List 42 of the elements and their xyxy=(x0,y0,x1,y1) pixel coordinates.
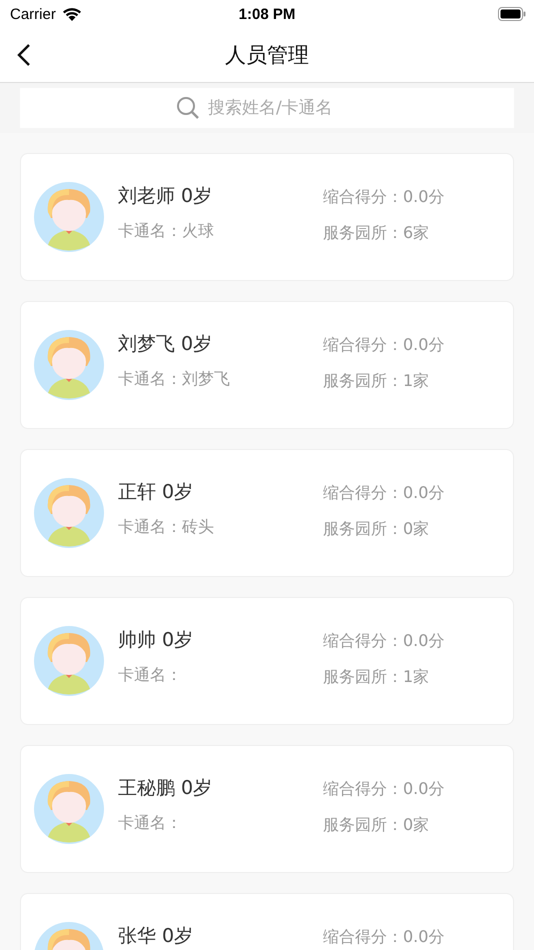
cartoon-name: 卡通名：砖头 xyxy=(118,516,215,538)
score-text: 缩合得分：0.0分 xyxy=(323,334,446,356)
services-text: 服务园所：0家 xyxy=(323,518,430,540)
cartoon-name: 卡通名：火球 xyxy=(118,220,215,242)
status-time: 1:08 PM xyxy=(238,6,296,22)
score-text: 缩合得分：0.0分 xyxy=(323,482,446,504)
cartoon-name: 卡通名： xyxy=(118,812,183,834)
score-text: 缩合得分：0.0分 xyxy=(323,778,446,800)
avatar-icon xyxy=(34,774,104,844)
page-title: 人员管理 xyxy=(225,42,309,69)
person-name: 刘老师 0岁 xyxy=(118,185,214,207)
person-card[interactable]: 帅帅 0岁 卡通名： 缩合得分：0.0分 服务园所：1家 xyxy=(20,597,514,725)
person-card[interactable]: 刘梦飞 0岁 卡通名：刘梦飞 缩合得分：0.0分 服务园所：1家 xyxy=(20,301,514,429)
search-icon xyxy=(176,96,200,120)
person-card[interactable]: 刘老师 0岁 卡通名：火球 缩合得分：0.0分 服务园所：6家 xyxy=(20,153,514,281)
search-input[interactable]: 搜索姓名/卡通名 xyxy=(208,98,358,118)
person-card[interactable]: 张华 0岁 缩合得分：0.0分 xyxy=(20,893,514,950)
avatar-icon xyxy=(34,330,104,400)
carrier-label: Carrier xyxy=(10,6,56,22)
cartoon-name: 卡通名：刘梦飞 xyxy=(118,368,231,390)
search-field[interactable]: 搜索姓名/卡通名 xyxy=(20,88,514,128)
services-text: 服务园所：0家 xyxy=(323,814,430,836)
services-text: 服务园所：1家 xyxy=(323,370,430,392)
services-text: 服务园所：6家 xyxy=(323,222,430,244)
avatar-icon xyxy=(34,182,104,252)
score-text: 缩合得分：0.0分 xyxy=(323,926,446,948)
person-name: 刘梦飞 0岁 xyxy=(118,333,214,355)
score-text: 缩合得分：0.0分 xyxy=(323,186,446,208)
person-card[interactable]: 正轩 0岁 卡通名：砖头 缩合得分：0.0分 服务园所：0家 xyxy=(20,449,514,577)
person-name: 张华 0岁 xyxy=(118,925,194,947)
person-card[interactable]: 王秘鹏 0岁 卡通名： 缩合得分：0.0分 服务园所：0家 xyxy=(20,745,514,873)
battery-icon xyxy=(498,7,526,21)
person-name: 王秘鹏 0岁 xyxy=(118,777,214,799)
person-name: 帅帅 0岁 xyxy=(118,629,194,651)
person-name: 正轩 0岁 xyxy=(118,481,194,503)
score-text: 缩合得分：0.0分 xyxy=(323,630,446,652)
avatar-icon xyxy=(34,626,104,696)
wifi-icon xyxy=(62,7,82,21)
services-text: 服务园所：1家 xyxy=(323,666,430,688)
avatar-icon xyxy=(34,478,104,548)
back-icon[interactable] xyxy=(17,43,31,67)
cartoon-name: 卡通名： xyxy=(118,664,183,686)
